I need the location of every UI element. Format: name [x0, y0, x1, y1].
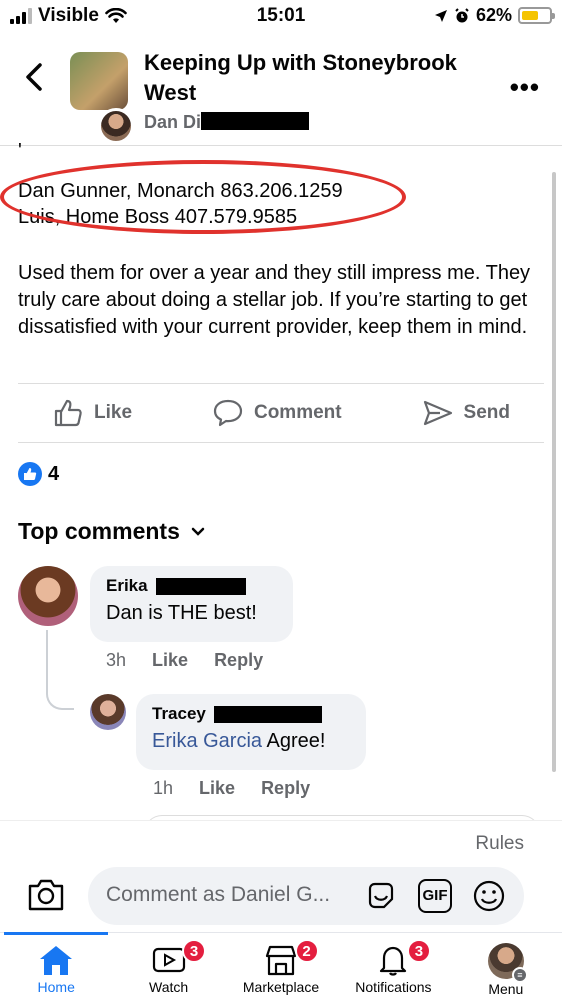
comment-author-name: Erika: [106, 576, 148, 595]
send-button[interactable]: Send: [422, 397, 510, 429]
reply-text: Erika Garcia Agree!: [152, 730, 350, 753]
nav-home[interactable]: Home: [0, 932, 112, 1000]
nav-watch[interactable]: 3 Watch: [112, 933, 224, 1000]
home-icon: [40, 946, 73, 975]
nav-marketplace-label: Marketplace: [242, 979, 320, 995]
nav-notifications-label: Notifications: [355, 979, 432, 995]
like-reaction-icon: [18, 462, 42, 486]
comment-placeholder: Comment as Daniel G...: [106, 883, 331, 906]
marketplace-badge: 2: [294, 939, 319, 963]
red-highlight-ellipse: [0, 160, 406, 234]
comment-label: Comment: [253, 402, 342, 423]
comment-sort-label: Top comments: [18, 518, 180, 544]
post-body: Used them for over a year and they still…: [18, 262, 531, 338]
status-right: 62%: [434, 5, 555, 26]
comment-reply-button[interactable]: Reply: [214, 650, 263, 671]
post-actions: Like Comment Send: [18, 383, 544, 443]
like-button[interactable]: Like: [52, 397, 132, 429]
nav-marketplace[interactable]: 2 Marketplace: [225, 933, 337, 1000]
send-label: Send: [463, 402, 510, 423]
group-avatar[interactable]: [70, 52, 128, 110]
watch-badge: 3: [182, 939, 207, 963]
cut-off-text: ': [18, 140, 22, 162]
thumbs-up-icon: [54, 399, 82, 427]
comment-button[interactable]: Comment: [212, 397, 342, 429]
scrollbar[interactable]: [552, 172, 556, 772]
comment-meta: 3h Like Reply: [106, 650, 263, 671]
like-label: Like: [94, 402, 133, 423]
nav-home-label: Home: [37, 979, 75, 995]
reply-thread-line: [46, 630, 74, 710]
menu-avatar: ≡: [487, 943, 528, 983]
comment-time: 3h: [106, 650, 127, 670]
reaction-summary[interactable]: 4: [18, 462, 59, 486]
post-author-name: Dan Di: [144, 112, 202, 132]
battery-percent: 62%: [475, 5, 512, 25]
alarm-icon: [455, 7, 469, 22]
redaction-bar: [155, 577, 246, 595]
comment-like-button[interactable]: Like: [152, 650, 188, 671]
emoji-icon[interactable]: [472, 879, 506, 913]
reply-author[interactable]: Tracey: [152, 704, 350, 724]
nav-menu-label: Menu: [488, 981, 524, 997]
reaction-count: 4: [48, 462, 60, 485]
comment-text: Dan is THE best!: [106, 602, 257, 624]
reply-author-name: Tracey: [152, 704, 206, 723]
battery-fill: [522, 11, 539, 20]
status-bar: Visible 15:01 62%: [0, 0, 562, 34]
comment-author[interactable]: Erika: [106, 576, 277, 596]
gif-label: GIF: [422, 887, 448, 904]
group-header: Keeping Up with Stoneybrook West Dan Di …: [0, 34, 562, 146]
comment-icon: [213, 399, 243, 427]
send-icon: [423, 400, 452, 426]
menu-icon: ≡: [511, 967, 528, 983]
comment-input[interactable]: Comment as Daniel G... GIF: [88, 867, 524, 925]
battery-icon: [518, 7, 555, 24]
author-avatar: [98, 108, 134, 144]
post-author-line: Dan Di: [144, 112, 310, 133]
comment-composer: Rules Comment as Daniel G... GIF: [0, 820, 562, 932]
comment-bubble: Erika Dan is THE best!: [90, 566, 293, 642]
notifications-badge: 3: [406, 939, 431, 963]
commenter-avatar-erika[interactable]: [18, 566, 78, 626]
rules-link[interactable]: Rules: [475, 833, 524, 855]
location-icon: [434, 9, 447, 22]
reply-time: 1h: [153, 778, 174, 798]
gif-icon[interactable]: GIF: [418, 879, 452, 913]
mention-link[interactable]: Erika Garcia: [152, 730, 262, 752]
back-icon[interactable]: [22, 62, 48, 92]
nav-menu[interactable]: ≡ Menu: [450, 933, 562, 1000]
reply-meta: 1h Like Reply: [153, 778, 310, 799]
commenter-avatar-tracey[interactable]: [90, 694, 126, 730]
sticker-icon[interactable]: [364, 879, 398, 913]
reply-reply-button[interactable]: Reply: [261, 778, 310, 799]
redaction-bar: [201, 112, 310, 130]
more-icon[interactable]: •••: [510, 72, 540, 103]
reply-text-body: Agree!: [262, 730, 326, 752]
chevron-down-icon: [191, 527, 205, 536]
bottom-nav: Home 3 Watch 2 Marketplace 3 Notificatio…: [0, 932, 562, 1000]
redaction-bar: [213, 705, 322, 723]
group-title[interactable]: Keeping Up with Stoneybrook West: [144, 48, 484, 108]
nav-notifications[interactable]: 3 Notifications: [337, 933, 449, 1000]
comment-sort-dropdown[interactable]: Top comments: [18, 518, 206, 545]
reply-bubble: Tracey Erika Garcia Agree!: [136, 694, 366, 770]
nav-watch-label: Watch: [149, 979, 189, 995]
camera-icon[interactable]: [26, 877, 66, 913]
reply-like-button[interactable]: Like: [199, 778, 235, 799]
